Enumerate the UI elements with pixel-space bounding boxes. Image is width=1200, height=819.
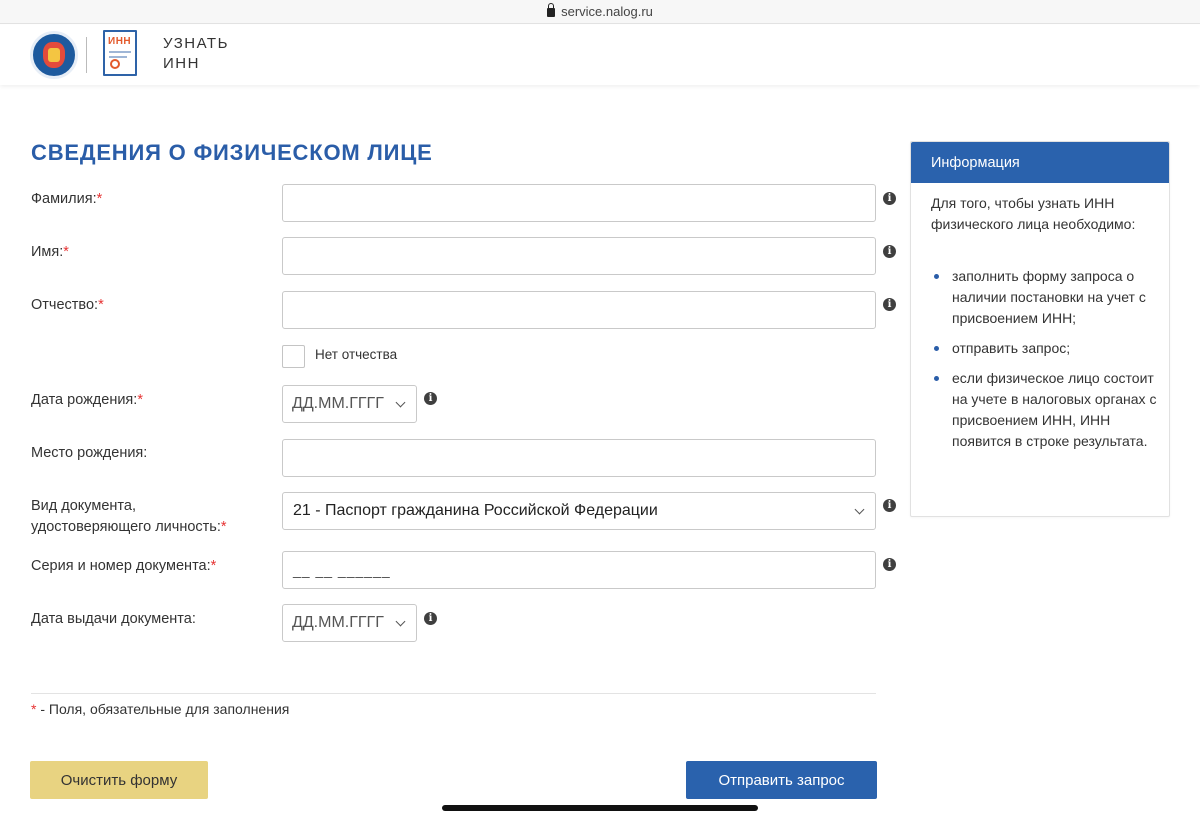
birth-date-placeholder: ДД.ММ.ГГГГ <box>292 395 384 412</box>
doc-type-select[interactable]: 21 - Паспорт гражданина Российской Федер… <box>282 492 876 530</box>
required-note: * - Поля, обязательные для заполнения <box>31 701 290 717</box>
info-icon[interactable]: i <box>883 499 896 512</box>
form-divider <box>31 693 876 694</box>
site-header: ИНН УЗНАТЬ ИНН <box>0 25 1200 85</box>
home-indicator <box>442 805 758 811</box>
service-title-line2: ИНН <box>163 55 200 72</box>
info-icon[interactable]: i <box>883 298 896 311</box>
service-title[interactable]: УЗНАТЬ ИНН <box>163 34 229 74</box>
birth-date-picker[interactable]: ДД.ММ.ГГГГ <box>282 385 417 423</box>
doc-number-mask: __ __ ______ <box>293 562 391 578</box>
header-divider <box>86 37 87 73</box>
doc-date-placeholder: ДД.ММ.ГГГГ <box>292 614 384 631</box>
info-panel: Информация Для того, чтобы узнать ИНН фи… <box>910 141 1170 517</box>
info-icon[interactable]: i <box>883 245 896 258</box>
name-input[interactable] <box>282 237 876 275</box>
info-icon[interactable]: i <box>424 612 437 625</box>
doc-date-label: Дата выдачи документа: <box>31 611 196 627</box>
doc-date-picker[interactable]: ДД.ММ.ГГГГ <box>282 604 417 642</box>
info-panel-list: заполнить форму запроса о наличии постан… <box>931 266 1161 461</box>
name-label: Имя:* <box>31 244 69 260</box>
chevron-down-icon <box>395 397 406 408</box>
patronymic-label: Отчество:* <box>31 297 104 313</box>
list-item: заполнить форму запроса о наличии постан… <box>931 266 1161 329</box>
surname-label: Фамилия:* <box>31 191 103 207</box>
birth-place-label: Место рождения: <box>31 445 148 461</box>
surname-input[interactable] <box>282 184 876 222</box>
inn-document-icon: ИНН <box>103 30 137 76</box>
chevron-down-icon <box>395 616 406 627</box>
url-text: service.nalog.ru <box>561 4 653 19</box>
no-patronymic-label[interactable]: Нет отчества <box>315 347 397 362</box>
doc-type-selected: 21 - Паспорт гражданина Российской Федер… <box>293 502 658 519</box>
clear-form-button[interactable]: Очистить форму <box>30 761 208 799</box>
info-icon[interactable]: i <box>883 192 896 205</box>
info-panel-intro: Для того, чтобы узнать ИНН физического л… <box>931 195 1136 232</box>
inn-icon-text: ИНН <box>108 36 132 47</box>
list-item: отправить запрос; <box>931 338 1161 359</box>
chevron-down-icon <box>854 504 865 515</box>
fns-emblem-logo[interactable] <box>30 31 78 79</box>
doc-type-label: Вид документа, удостоверяющего личность:… <box>31 498 227 535</box>
page-title: Сведения о физическом лице <box>31 140 433 165</box>
birth-place-input[interactable] <box>282 439 876 477</box>
info-icon[interactable]: i <box>424 392 437 405</box>
service-title-line1: УЗНАТЬ <box>163 35 229 52</box>
list-item: если физическое лицо состоит на учете в … <box>931 368 1161 452</box>
submit-request-button[interactable]: Отправить запрос <box>686 761 877 799</box>
doc-number-label: Серия и номер документа:* <box>31 558 217 574</box>
patronymic-input[interactable] <box>282 291 876 329</box>
birth-date-label: Дата рождения:* <box>31 392 143 408</box>
info-panel-title: Информация <box>911 142 1169 183</box>
doc-number-input[interactable]: __ __ ______ <box>282 551 876 589</box>
lock-icon <box>547 3 556 17</box>
browser-url-bar[interactable]: service.nalog.ru <box>0 0 1200 24</box>
no-patronymic-checkbox[interactable] <box>282 345 305 368</box>
info-icon[interactable]: i <box>883 558 896 571</box>
